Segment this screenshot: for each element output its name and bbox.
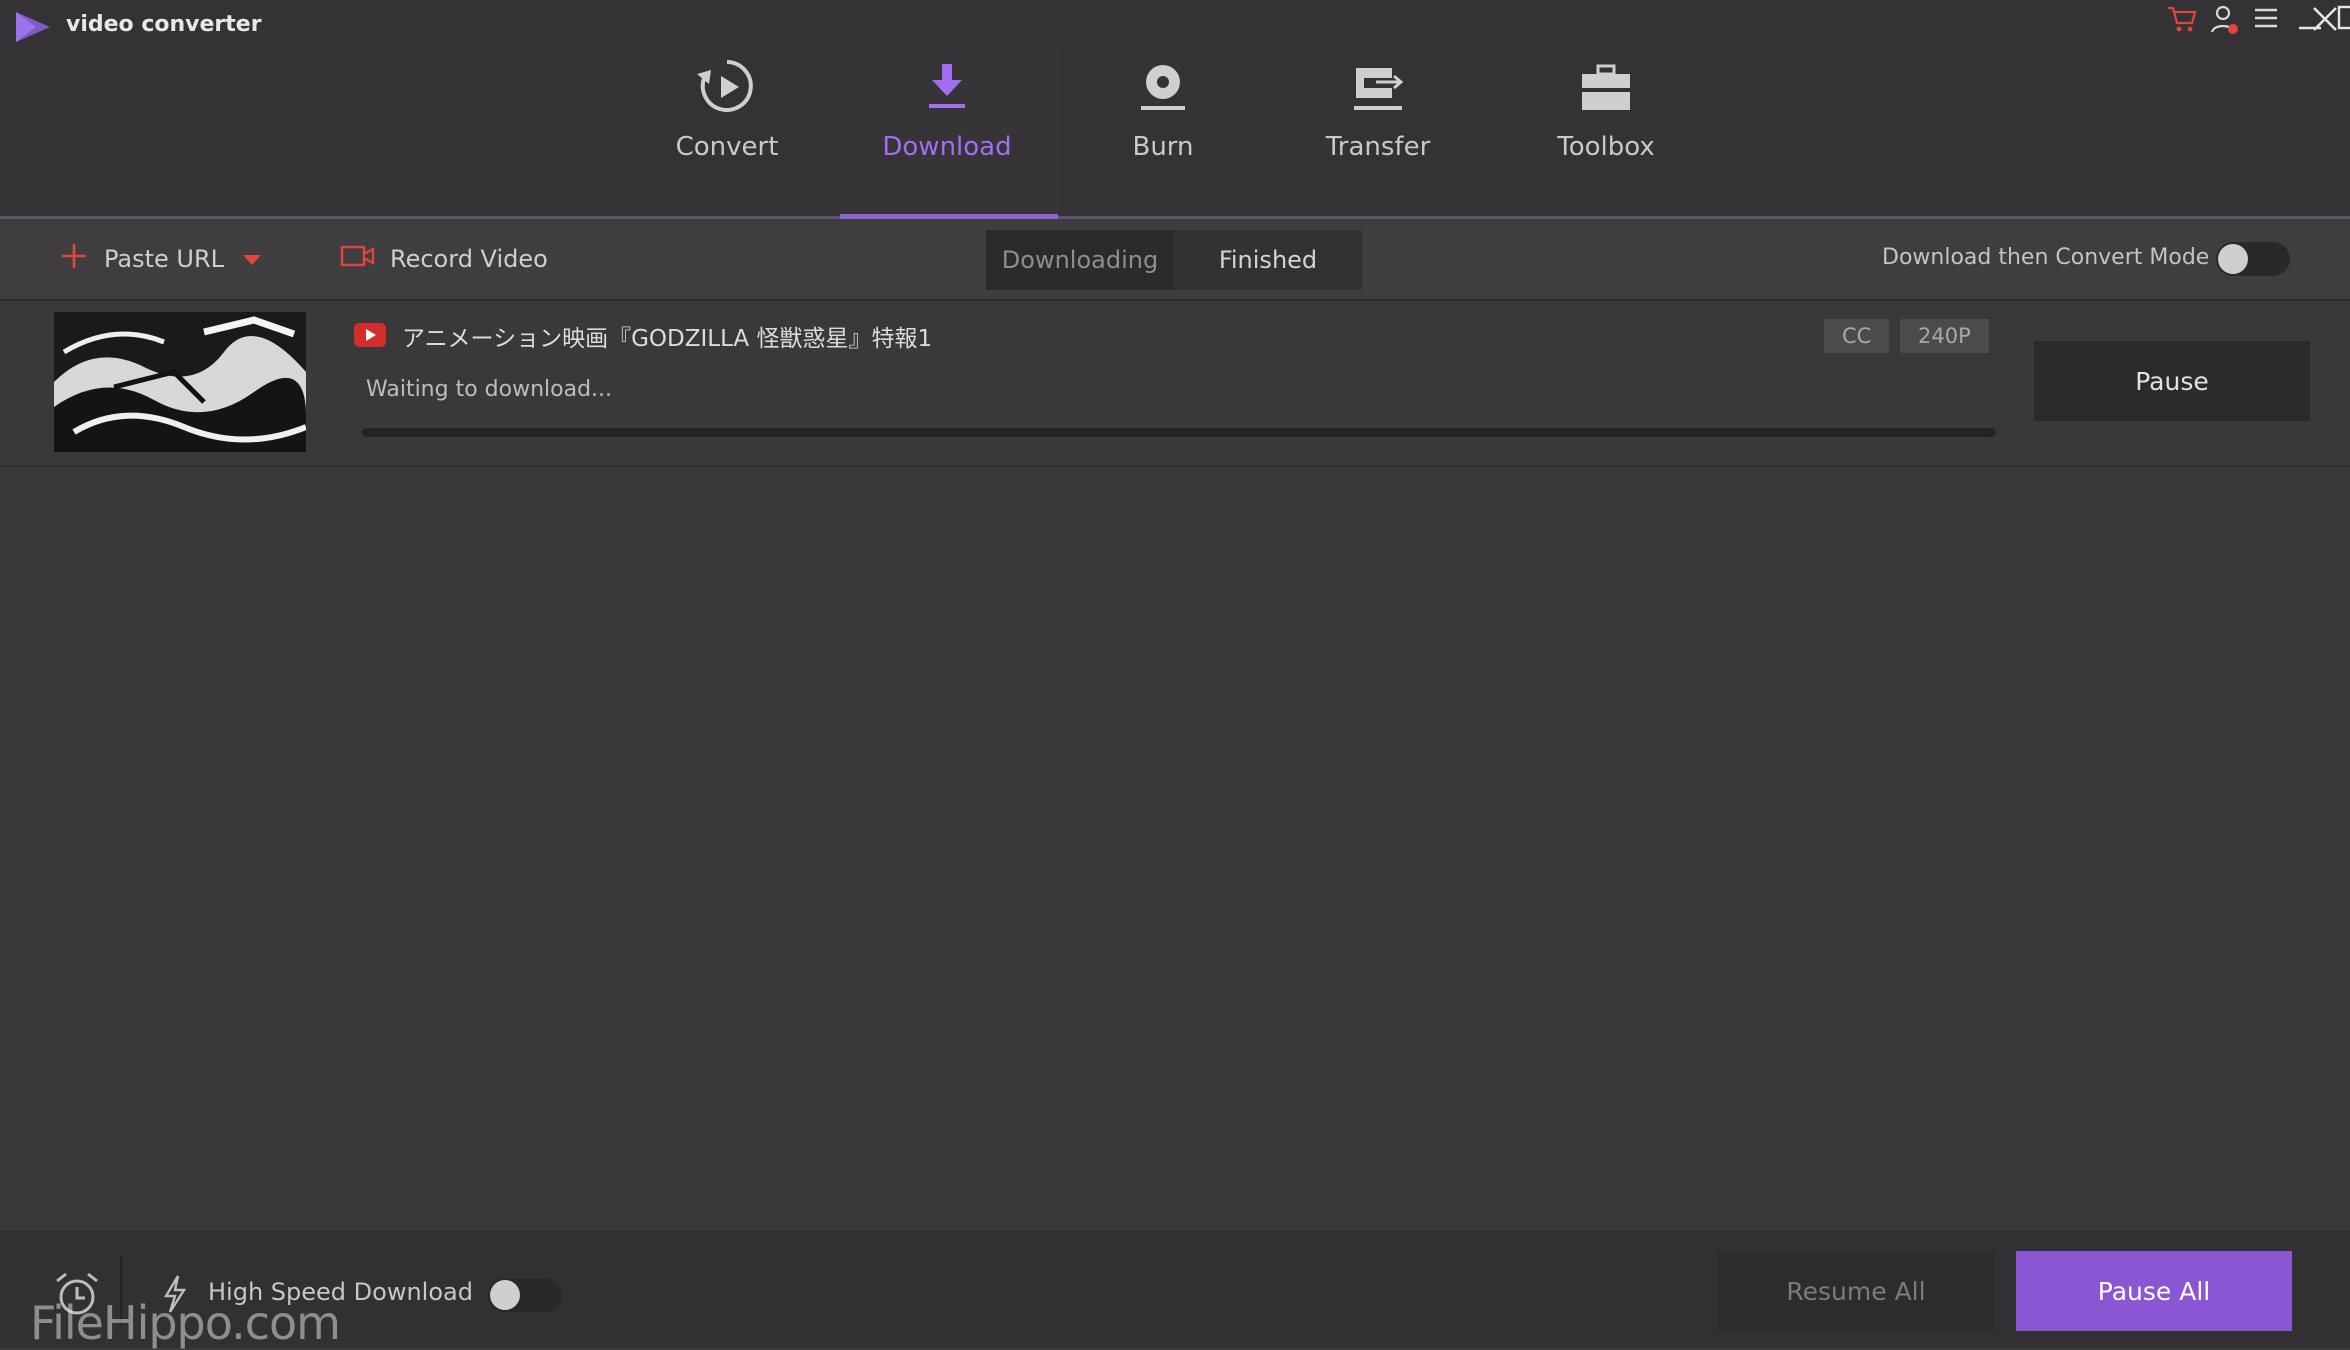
nav-convert[interactable]: Convert	[617, 50, 837, 216]
record-video-label: Record Video	[390, 245, 548, 273]
footer-bar: High Speed Download Resume All Pause All	[0, 1230, 2350, 1348]
close-icon[interactable]	[2310, 4, 2340, 38]
nav-transfer-label: Transfer	[1325, 132, 1431, 162]
tab-downloading[interactable]: Downloading	[986, 230, 1174, 290]
nav-burn[interactable]: Burn	[1053, 50, 1273, 216]
nav-burn-label: Burn	[1132, 132, 1194, 162]
app-logo-icon	[12, 10, 54, 48]
user-icon[interactable]	[2210, 4, 2240, 40]
nav-convert-label: Convert	[675, 132, 779, 162]
video-title: アニメーション映画『GODZILLA 怪獣惑星』特報1	[402, 326, 933, 352]
toggle-knob	[490, 1280, 520, 1310]
menu-icon[interactable]	[2252, 4, 2280, 36]
toolbar: Paste URL Record Video Downloading Finis…	[0, 219, 2350, 301]
convert-mode-toggle[interactable]	[2216, 242, 2290, 276]
transfer-icon	[1346, 54, 1410, 124]
subtitle-badge: CC	[1824, 319, 1890, 353]
resume-all-button[interactable]: Resume All	[1718, 1251, 1994, 1331]
download-item: アニメーション映画『GODZILLA 怪獣惑星』特報1 Waiting to d…	[0, 301, 2350, 467]
cart-icon[interactable]	[2166, 4, 2198, 38]
convert-icon	[695, 54, 759, 124]
high-speed-toggle[interactable]	[488, 1278, 562, 1312]
camera-icon	[340, 244, 376, 274]
pause-button[interactable]: Pause	[2034, 341, 2310, 421]
record-video-button[interactable]: Record Video	[340, 219, 548, 299]
video-thumbnail	[54, 312, 306, 452]
plus-icon	[60, 242, 88, 276]
nav-download[interactable]: Download	[837, 50, 1057, 216]
download-progress-bar	[362, 428, 1996, 437]
watermark: FileHippo.com	[30, 1296, 341, 1350]
download-tabs: Downloading Finished	[986, 230, 1362, 290]
paste-url-button[interactable]: Paste URL	[60, 219, 224, 299]
toggle-knob	[2218, 244, 2248, 274]
tab-finished[interactable]: Finished	[1174, 230, 1362, 290]
burn-icon	[1131, 54, 1195, 124]
pause-all-button[interactable]: Pause All	[2016, 1251, 2292, 1331]
nav-download-label: Download	[882, 132, 1012, 162]
convert-mode-label: Download then Convert Mode	[1882, 245, 2210, 270]
nav-toolbox-label: Toolbox	[1557, 132, 1655, 162]
header: video converter Convert Download Burn Tr…	[0, 0, 2350, 216]
download-status: Waiting to download...	[366, 377, 613, 402]
chevron-down-icon	[242, 245, 262, 273]
toolbox-icon	[1574, 54, 1638, 124]
nav-transfer[interactable]: Transfer	[1268, 50, 1488, 216]
resolution-badge: 240P	[1900, 319, 1989, 353]
nav-toolbox[interactable]: Toolbox	[1496, 50, 1716, 216]
download-icon	[915, 54, 979, 124]
paste-url-label: Paste URL	[104, 245, 225, 273]
app-title: video converter	[66, 12, 262, 37]
paste-url-dropdown[interactable]	[242, 219, 262, 299]
youtube-icon	[354, 323, 386, 351]
